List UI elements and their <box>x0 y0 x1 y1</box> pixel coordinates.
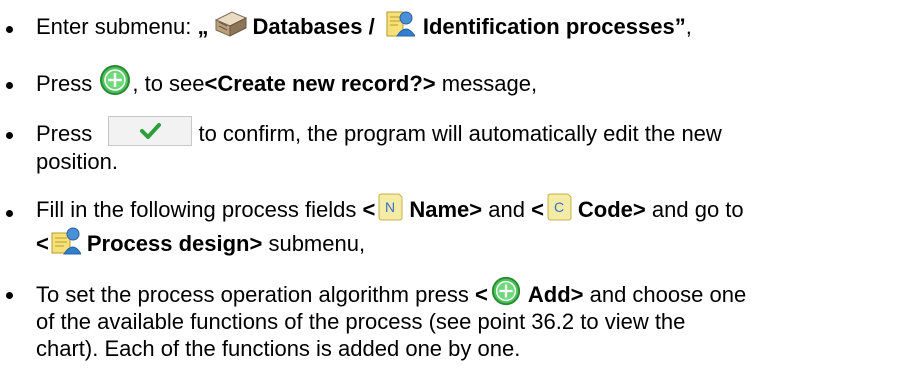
item-text: Fill in the following process fields <box>36 197 363 222</box>
process-design-icon <box>51 226 81 256</box>
name-field-icon: N <box>377 193 403 221</box>
item-text: and <box>482 197 532 222</box>
name-field-label: Name> <box>409 197 483 222</box>
bullet <box>6 210 13 217</box>
item-line: Fill in the following process fields < N… <box>36 193 744 225</box>
process-design-label: Process design> <box>86 231 263 256</box>
bracket: < <box>531 197 544 222</box>
database-icon <box>212 8 248 40</box>
quote-open: „ <box>197 13 209 39</box>
code-field-icon: C <box>546 193 572 221</box>
bracket: < <box>36 231 49 256</box>
bullet <box>6 292 13 299</box>
item-line: chart). Each of the functions is added o… <box>36 335 520 363</box>
item-text: submenu, <box>262 231 366 256</box>
item-text: , to see <box>132 70 205 96</box>
bullet <box>6 26 13 33</box>
bullet <box>6 82 13 89</box>
quote-close: ” <box>674 13 686 39</box>
item-line: Press , to see<Create new record?> messa… <box>36 65 538 102</box>
list-item: To set the process operation algorithm p… <box>0 276 913 368</box>
identification-processes-label: Identification processes <box>422 13 675 39</box>
bullet <box>6 132 13 139</box>
databases-label: Databases / <box>252 13 381 39</box>
item-line: Press to confirm, the program will autom… <box>36 116 722 150</box>
item-text: , <box>685 13 692 39</box>
add-label: Add> <box>527 281 584 307</box>
create-record-message: <Create new record?> <box>204 70 436 96</box>
list-item: Press , to see<Create new record?> messa… <box>0 64 913 102</box>
item-line: position. <box>36 148 118 176</box>
item-line: < Process design> submenu, <box>36 227 366 260</box>
item-text: chart). Each of the functions is added o… <box>36 336 521 361</box>
item-text: Press <box>36 121 99 146</box>
svg-text:C: C <box>554 199 564 215</box>
bracket: < <box>362 197 376 222</box>
bracket: < <box>475 281 488 307</box>
item-line: of the available functions of the proces… <box>36 308 685 336</box>
confirm-checkmark-icon <box>108 116 193 147</box>
identification-process-icon <box>385 8 415 40</box>
item-text: Enter submenu: <box>36 13 198 39</box>
item-line: Enter submenu: „ Databases / Identificat… <box>36 11 692 44</box>
list-item: Fill in the following process fields < N… <box>0 193 913 262</box>
item-text: Press <box>36 70 99 96</box>
add-plus-icon <box>98 63 132 97</box>
item-text: to confirm, the program will automatical… <box>192 121 722 146</box>
svg-text:N: N <box>385 199 395 215</box>
item-text: and choose one <box>583 281 747 307</box>
list-item: Enter submenu: „ Databases / Identificat… <box>0 10 913 48</box>
item-text: To set the process operation algorithm p… <box>36 281 476 307</box>
add-plus-icon <box>490 275 522 307</box>
item-text: and go to <box>645 197 744 222</box>
item-text: of the available functions of the proces… <box>36 309 686 334</box>
code-field-label: Code> <box>577 197 646 222</box>
item-text: position. <box>36 149 118 174</box>
list-item: Press to confirm, the program will autom… <box>0 116 913 178</box>
item-text: message, <box>435 70 538 96</box>
